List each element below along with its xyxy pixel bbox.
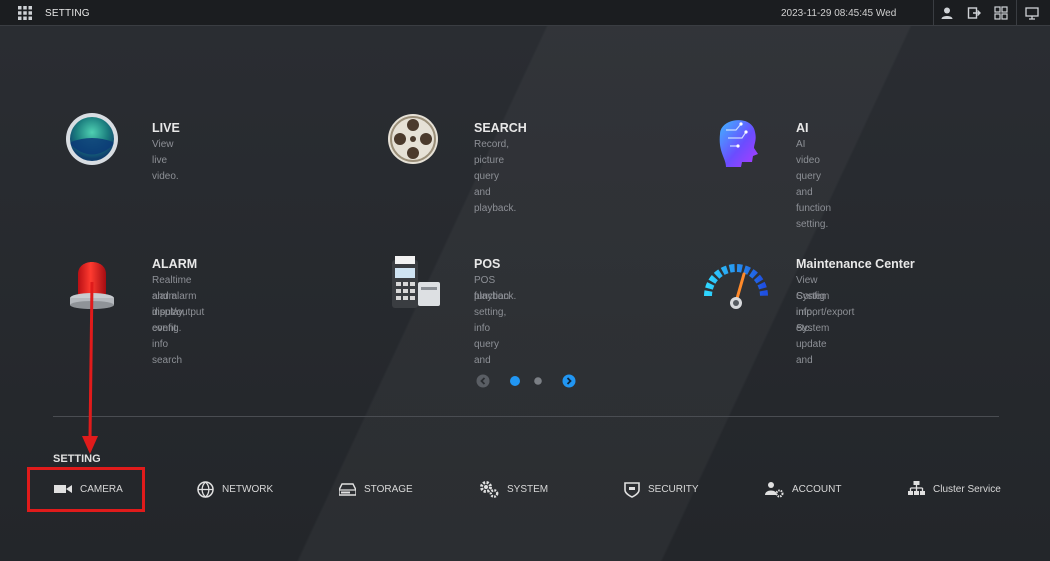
page-title: SETTING	[45, 8, 90, 19]
setting-item-security[interactable]: SECURITY	[624, 480, 699, 498]
datetime-display: 2023-11-29 08:45:45 Wed	[781, 8, 897, 19]
apps-grid-icon[interactable]	[18, 6, 32, 20]
top-bar: SETTING 2023-11-29 08:45:45 Wed	[0, 0, 1050, 26]
pager-prev-button[interactable]	[476, 374, 490, 388]
live-globe-icon	[66, 113, 118, 165]
setting-item-label: ACCOUNT	[792, 483, 842, 495]
gears-icon	[480, 481, 499, 498]
pos-terminal-icon	[392, 256, 440, 308]
account-icon	[765, 481, 784, 497]
cluster-icon	[908, 481, 925, 495]
shield-icon	[624, 481, 640, 498]
tile-title: SEARCH	[474, 121, 527, 135]
setting-item-cluster-service[interactable]: Cluster Service	[908, 480, 1001, 498]
setting-item-system[interactable]: SYSTEM	[479, 480, 548, 498]
setting-item-label: SYSTEM	[507, 483, 549, 495]
setting-item-label: STORAGE	[364, 483, 413, 495]
user-icon[interactable]	[940, 6, 954, 20]
film-reel-icon	[388, 114, 438, 164]
annotation-highlight-box	[27, 467, 145, 512]
tile-title: Maintenance Center	[796, 257, 915, 271]
tile-description: POS function setting, info query and	[474, 275, 510, 366]
pager-next-button[interactable]	[562, 374, 576, 388]
pager-dot-active[interactable]	[508, 374, 522, 388]
tile-description: Record, picture query and playback.	[474, 139, 517, 214]
setting-item-label: Cluster Service	[933, 483, 1001, 495]
tile-description: AI video query and function setting.	[796, 139, 832, 230]
setting-item-label: SECURITY	[648, 483, 699, 495]
tile-title: LIVE	[152, 121, 180, 135]
setting-section-label: SETTING	[53, 453, 101, 465]
divider	[53, 416, 999, 417]
divider	[1016, 0, 1017, 26]
gauge-icon	[704, 264, 768, 309]
tile-title: ALARM	[152, 257, 198, 271]
logout-icon[interactable]	[967, 6, 981, 20]
divider	[933, 0, 934, 26]
setting-item-storage[interactable]: STORAGE	[339, 480, 413, 498]
pager-dot[interactable]	[531, 374, 545, 388]
setting-item-network[interactable]: NETWORK	[197, 480, 273, 498]
tile-description: View live video.	[152, 139, 179, 182]
tile-title: AI	[796, 121, 809, 135]
network-globe-icon	[197, 480, 214, 498]
setting-item-account[interactable]: ACCOUNT	[765, 480, 841, 498]
storage-icon	[339, 482, 356, 496]
layout-icon[interactable]	[994, 6, 1008, 20]
tile-description: Config import/export etc.	[796, 291, 855, 334]
ai-head-icon	[719, 120, 758, 167]
alarm-siren-icon	[70, 262, 114, 309]
tile-description: playback.	[474, 291, 517, 302]
tile-title: POS	[474, 257, 501, 271]
setting-item-label: NETWORK	[222, 483, 274, 495]
monitor-icon[interactable]	[1025, 6, 1039, 20]
tile-description: and alarm input/output config.	[152, 291, 205, 334]
